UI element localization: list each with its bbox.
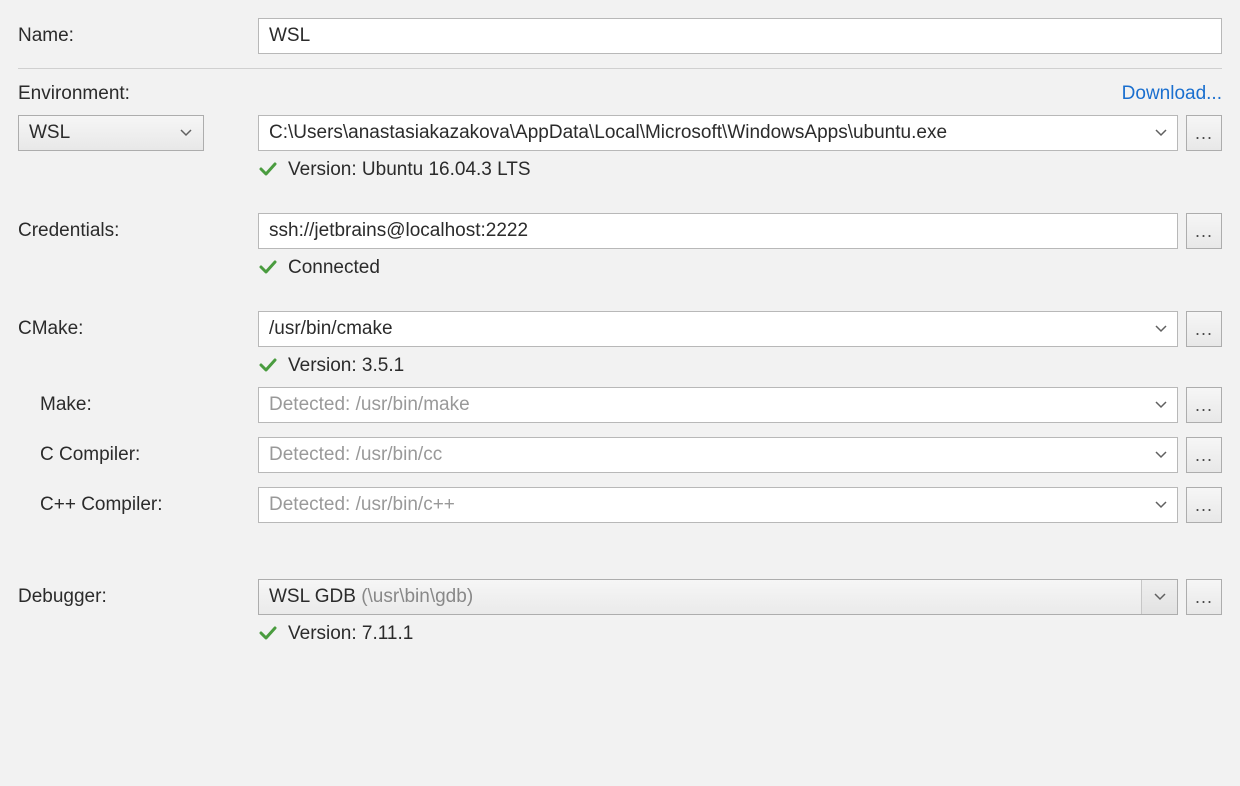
- c-compiler-input[interactable]: [258, 437, 1178, 473]
- chevron-down-icon: [179, 126, 193, 140]
- debugger-name: WSL GDB: [269, 586, 356, 607]
- credentials-label: Credentials:: [18, 220, 258, 242]
- cmake-status: Version: 3.5.1: [288, 355, 404, 377]
- c-compiler-label: C Compiler:: [18, 444, 258, 466]
- chevron-down-icon: [1154, 398, 1168, 412]
- name-input[interactable]: [258, 18, 1222, 54]
- check-icon: [258, 258, 278, 278]
- c-compiler-browse-button[interactable]: ...: [1186, 437, 1222, 473]
- environment-type-select[interactable]: WSL: [18, 115, 204, 151]
- cxx-compiler-input[interactable]: [258, 487, 1178, 523]
- credentials-input[interactable]: [258, 213, 1178, 249]
- credentials-status: Connected: [288, 257, 380, 279]
- check-icon: [258, 356, 278, 376]
- environment-type-value: WSL: [29, 122, 179, 144]
- environment-path-input[interactable]: [258, 115, 1178, 151]
- chevron-down-icon: [1154, 498, 1168, 512]
- download-link[interactable]: Download...: [1122, 83, 1222, 105]
- cxx-compiler-label: C++ Compiler:: [18, 494, 258, 516]
- environment-status: Version: Ubuntu 16.04.3 LTS: [288, 159, 531, 181]
- debugger-label: Debugger:: [18, 586, 258, 608]
- chevron-down-icon: [1154, 322, 1168, 336]
- check-icon: [258, 160, 278, 180]
- environment-browse-button[interactable]: ...: [1186, 115, 1222, 151]
- chevron-down-icon: [1153, 590, 1167, 604]
- debugger-path: (\usr\bin\gdb): [361, 586, 473, 607]
- cxx-compiler-browse-button[interactable]: ...: [1186, 487, 1222, 523]
- chevron-down-icon: [1154, 126, 1168, 140]
- separator: [18, 68, 1222, 69]
- debugger-browse-button[interactable]: ...: [1186, 579, 1222, 615]
- name-label: Name:: [18, 25, 258, 47]
- make-label: Make:: [18, 394, 258, 416]
- cmake-browse-button[interactable]: ...: [1186, 311, 1222, 347]
- credentials-browse-button[interactable]: ...: [1186, 213, 1222, 249]
- check-icon: [258, 624, 278, 644]
- make-browse-button[interactable]: ...: [1186, 387, 1222, 423]
- make-input[interactable]: [258, 387, 1178, 423]
- debugger-select[interactable]: WSL GDB (\usr\bin\gdb): [258, 579, 1178, 615]
- cmake-input[interactable]: [258, 311, 1178, 347]
- debugger-status: Version: 7.11.1: [288, 623, 413, 645]
- cmake-label: CMake:: [18, 318, 258, 340]
- chevron-down-icon: [1154, 448, 1168, 462]
- environment-label: Environment:: [18, 83, 130, 105]
